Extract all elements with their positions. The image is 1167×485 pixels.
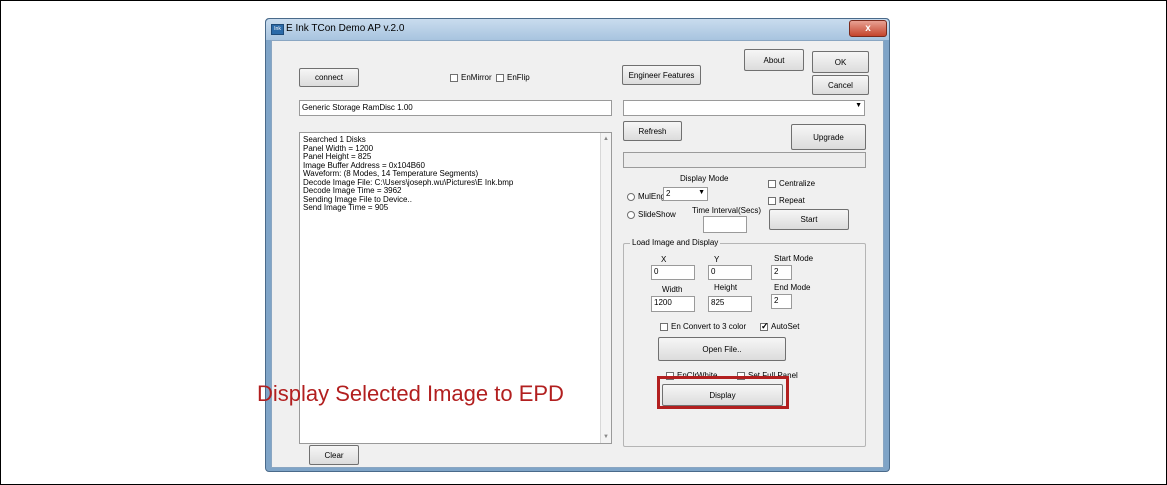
load-image-group: Load Image and Display X Y Start Mode 0 … [623,238,866,447]
convert-3-color-box[interactable] [660,322,668,331]
autoset-label: AutoSet [771,322,800,331]
display-mode-label: Display Mode [680,174,729,183]
autoset-box[interactable] [760,321,769,332]
autoset-checkbox[interactable]: AutoSet [760,321,800,332]
log-scrollbar[interactable]: ▲ ▼ [600,133,611,443]
enflip-label: EnFlip [507,73,530,82]
end-mode-input[interactable]: 2 [771,294,792,309]
slideshow-radio-circle[interactable] [627,210,635,219]
slideshow-radio[interactable]: SlideShow [627,210,676,219]
end-mode-label: End Mode [774,283,811,292]
engineer-features-button[interactable]: Engineer Features [622,65,701,85]
chevron-down-icon[interactable]: ▼ [855,102,862,109]
x-input[interactable]: 0 [651,265,695,280]
convert-3-color-checkbox[interactable]: En Convert to 3 color [660,322,746,331]
chevron-down-icon[interactable]: ▼ [698,189,705,196]
close-button[interactable]: x [849,20,887,37]
width-input[interactable]: 1200 [651,296,695,312]
annotation-label: Display Selected Image to EPD [257,381,564,406]
start-mode-input[interactable]: 2 [771,265,792,280]
repeat-box[interactable] [768,196,776,205]
about-button[interactable]: About [744,49,804,71]
upgrade-button[interactable]: Upgrade [791,124,866,150]
display-mode-value: 2 [666,189,671,198]
centralize-checkbox[interactable]: Centralize [768,179,815,188]
y-label: Y [714,255,720,264]
centralize-box[interactable] [768,179,776,188]
clear-button[interactable]: Clear [309,445,359,465]
start-button[interactable]: Start [769,209,849,230]
log-line: Send Image Time = 905 [303,203,389,212]
title-bar[interactable]: Ink E Ink TCon Demo AP v.2.0 x [266,19,889,40]
enflip-checkbox[interactable]: EnFlip [496,73,530,82]
app-icon: Ink [271,24,284,35]
load-image-group-title: Load Image and Display [630,238,721,247]
repeat-checkbox[interactable]: Repeat [768,196,805,205]
connect-button[interactable]: connect [299,68,359,87]
window-title: E Ink TCon Demo AP v.2.0 [286,23,405,34]
time-interval-label: Time Interval(Secs) [692,206,762,215]
time-interval-input[interactable] [703,216,747,233]
mulengine-radio-circle[interactable] [627,192,635,201]
enmirror-label: EnMirror [461,73,492,82]
convert-3-color-label: En Convert to 3 color [671,322,747,331]
open-file-button[interactable]: Open File.. [658,337,786,361]
enmirror-box[interactable] [450,73,458,82]
slideshow-label: SlideShow [638,210,676,219]
device-combo[interactable]: ▼ [623,100,865,116]
cancel-button[interactable]: Cancel [812,75,869,95]
enmirror-checkbox[interactable]: EnMirror [450,73,492,82]
repeat-label: Repeat [779,196,805,205]
height-label: Height [714,283,738,292]
scroll-up-icon[interactable]: ▲ [603,136,609,142]
refresh-button[interactable]: Refresh [623,121,682,141]
log-lines: Searched 1 Disks Panel Width = 1200 Pane… [303,135,513,213]
width-label: Width [662,285,683,294]
enflip-box[interactable] [496,73,504,82]
display-mode-select[interactable]: 2 ▼ [663,187,708,201]
scroll-down-icon[interactable]: ▼ [603,434,609,440]
centralize-label: Centralize [779,179,816,188]
start-mode-label: Start Mode [774,254,814,263]
ok-button[interactable]: OK [812,51,869,73]
device-name-field[interactable]: Generic Storage RamDisc 1.00 [299,100,612,116]
height-input[interactable]: 825 [708,296,752,312]
progress-bar [623,152,866,168]
display-button-highlight [657,376,789,409]
x-label: X [661,255,667,264]
y-input[interactable]: 0 [708,265,752,280]
